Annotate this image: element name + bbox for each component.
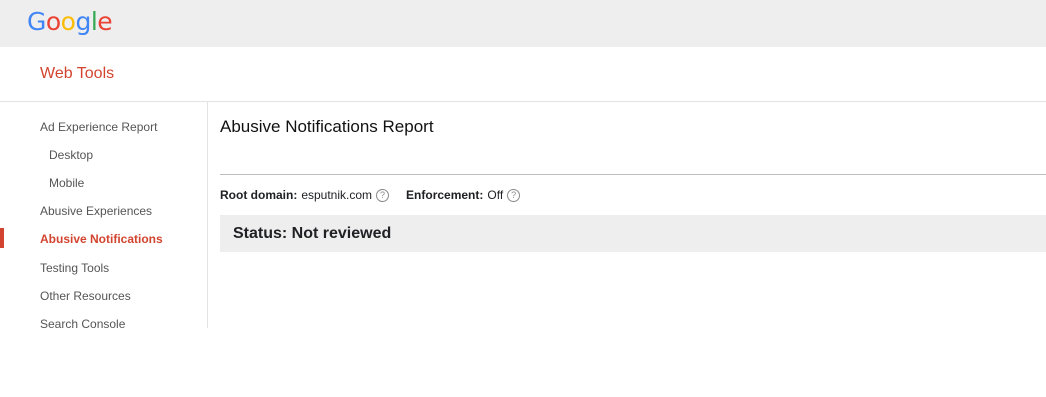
- root-domain-value: esputnik.com: [301, 188, 373, 202]
- root-domain-label: Root domain:: [220, 188, 298, 202]
- google-logo[interactable]: Google: [27, 6, 113, 38]
- logo-letter: e: [97, 7, 113, 36]
- enforcement-label: Enforcement:: [406, 188, 484, 202]
- enforcement-value: Off: [487, 188, 504, 202]
- product-header: Web Tools: [0, 47, 1046, 102]
- sidebar-item-desktop[interactable]: Desktop: [49, 148, 93, 162]
- help-icon[interactable]: ?: [376, 188, 390, 202]
- status-panel: Status: Not reviewed: [220, 215, 1046, 252]
- status-text: Status: Not reviewed: [233, 225, 392, 242]
- sidebar-item-testing-tools[interactable]: Testing Tools: [40, 261, 109, 275]
- logo-letter: G: [27, 7, 46, 36]
- sidebar-item-other-resources[interactable]: Other Resources: [40, 289, 131, 303]
- top-bar: Google: [0, 0, 1046, 47]
- report-meta: Root domain: esputnik.com ? Enforcement:…: [220, 188, 521, 202]
- sidebar-item-abusive-notifications[interactable]: Abusive Notifications: [40, 232, 163, 246]
- logo-letter: o: [60, 7, 76, 36]
- sidebar-item-ad-experience-report[interactable]: Ad Experience Report: [40, 120, 157, 134]
- sidebar-item-abusive-experiences[interactable]: Abusive Experiences: [40, 204, 152, 218]
- sidebar-nav: Ad Experience Report Desktop Mobile Abus…: [0, 102, 208, 331]
- page-title: Abusive Notifications Report: [220, 117, 434, 136]
- logo-letter: o: [45, 7, 61, 36]
- product-title-link[interactable]: Web Tools: [40, 65, 114, 83]
- logo-letter: g: [75, 7, 91, 36]
- sidebar-item-mobile[interactable]: Mobile: [49, 176, 84, 190]
- help-icon[interactable]: ?: [507, 188, 521, 202]
- title-divider: [220, 174, 1046, 175]
- sidebar-item-search-console[interactable]: Search Console: [40, 317, 125, 331]
